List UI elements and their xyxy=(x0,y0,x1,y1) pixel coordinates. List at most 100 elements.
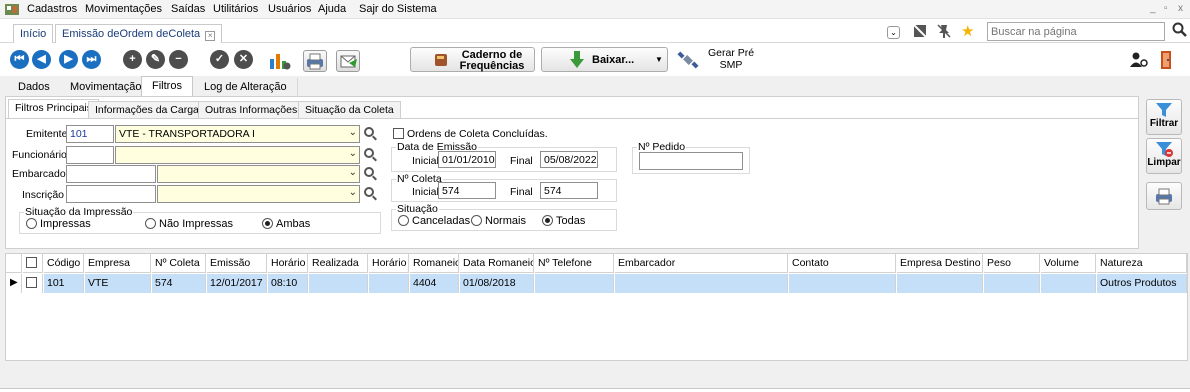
funcionario-code-input[interactable] xyxy=(66,146,114,164)
table-cell[interactable] xyxy=(535,274,614,293)
emitente-code-input[interactable]: 101 xyxy=(66,125,114,143)
table-cell[interactable] xyxy=(897,274,983,293)
filtrar-button[interactable]: Filtrar xyxy=(1146,99,1182,135)
table-cell[interactable]: 01/08/2018 xyxy=(460,274,534,293)
satellite-icon[interactable] xyxy=(677,50,699,70)
user-settings-icon[interactable] xyxy=(1130,52,1148,68)
favorite-star-icon[interactable]: ★ xyxy=(961,22,974,40)
minimize-button[interactable]: _ xyxy=(1150,3,1156,14)
next-record-icon[interactable]: ▶ xyxy=(59,50,78,69)
close-window-button[interactable]: x xyxy=(1178,3,1183,14)
row-checkbox[interactable] xyxy=(23,274,43,293)
table-cell[interactable]: 101 xyxy=(44,274,84,293)
subtab-informacoes-carga[interactable]: Informações da Carga xyxy=(88,101,206,118)
inscricao-name-select[interactable]: ⌄ xyxy=(157,185,360,203)
chevron-down-icon[interactable]: ⌄ xyxy=(887,26,900,39)
subtab-situacao-coleta[interactable]: Situação da Coleta xyxy=(298,101,401,118)
col-data-romaneio[interactable]: Data Romaneio xyxy=(460,254,534,273)
search-icon[interactable] xyxy=(364,187,374,197)
restore-button[interactable]: ▫ xyxy=(1164,3,1168,14)
col-natureza[interactable]: Natureza xyxy=(1097,254,1187,273)
search-icon[interactable] xyxy=(364,127,374,137)
table-cell[interactable] xyxy=(984,274,1040,293)
table-cell[interactable] xyxy=(1041,274,1096,293)
table-cell[interactable]: 4404 xyxy=(410,274,459,293)
baixar-dropdown-button[interactable]: Baixar... ▼ xyxy=(541,47,668,72)
cancel-icon[interactable]: ✕ xyxy=(234,50,253,69)
table-cell[interactable] xyxy=(615,274,788,293)
bookmark-off-icon[interactable] xyxy=(912,23,928,39)
table-cell[interactable] xyxy=(789,274,896,293)
table-cell[interactable] xyxy=(369,274,409,293)
print-icon[interactable] xyxy=(303,50,327,72)
table-cell[interactable]: 12/01/2017 xyxy=(207,274,267,293)
col-peso[interactable]: Peso xyxy=(984,254,1040,273)
radio-canceladas[interactable]: Canceladas xyxy=(398,215,470,227)
menu-ajuda[interactable]: Ajuda xyxy=(318,3,346,15)
close-tab-icon[interactable]: × xyxy=(205,31,216,41)
table-cell[interactable]: Outros Produtos xyxy=(1097,274,1187,293)
menu-utilitarios[interactable]: Utilitários xyxy=(213,3,258,15)
table-cell[interactable]: 574 xyxy=(152,274,206,293)
search-icon[interactable] xyxy=(1172,22,1188,38)
add-icon[interactable]: + xyxy=(123,50,142,69)
menu-cadastros[interactable]: Cadastros xyxy=(27,3,77,15)
search-icon[interactable] xyxy=(364,167,374,177)
select-all-checkbox[interactable] xyxy=(23,254,43,273)
exit-door-icon[interactable] xyxy=(1159,50,1175,70)
emitente-name-select[interactable]: VTE - TRANSPORTADORA I ⌄ xyxy=(115,125,360,143)
inscricao-input[interactable] xyxy=(66,185,156,203)
menu-sair[interactable]: Sajr do Sistema xyxy=(359,3,437,15)
col-volume[interactable]: Volume xyxy=(1041,254,1096,273)
unpin-icon[interactable] xyxy=(937,24,951,38)
confirm-icon[interactable]: ✓ xyxy=(210,50,229,69)
subtab-filtros-principais[interactable]: Filtros Principais xyxy=(8,99,100,118)
chart-settings-icon[interactable] xyxy=(269,51,291,71)
col-codigo[interactable]: Código xyxy=(44,254,84,273)
data-emissao-inicial-input[interactable]: 01/01/2010 xyxy=(438,151,496,168)
col-n-telefone[interactable]: Nº Telefone xyxy=(535,254,614,273)
funcionario-name-select[interactable]: ⌄ xyxy=(115,146,360,164)
col-horario[interactable]: Horário xyxy=(268,254,308,273)
embarcador-code-input[interactable] xyxy=(66,165,156,183)
subtab-outras-informacoes[interactable]: Outras Informações xyxy=(198,101,305,118)
n-pedido-input[interactable] xyxy=(639,152,743,170)
search-input[interactable] xyxy=(987,22,1165,41)
menu-usuarios[interactable]: Usuários xyxy=(268,3,311,15)
last-record-icon[interactable]: ⏭ xyxy=(82,50,101,69)
first-record-icon[interactable]: ⏮ xyxy=(10,50,29,69)
menu-movimentacoes[interactable]: Movimentações xyxy=(85,3,162,15)
radio-todas[interactable]: Todas xyxy=(542,215,585,227)
limpar-button[interactable]: Limpar xyxy=(1146,138,1182,174)
tab-movimentacao[interactable]: Movimentação xyxy=(60,78,153,96)
tab-dados[interactable]: Dados xyxy=(8,78,61,96)
col-embarcador[interactable]: Embarcador xyxy=(615,254,788,273)
col-realizada[interactable]: Realizada xyxy=(309,254,368,273)
caderno-frequencias-button[interactable]: Caderno de Frequências xyxy=(410,47,535,72)
remove-icon[interactable]: − xyxy=(169,50,188,69)
table-cell[interactable]: VTE xyxy=(85,274,151,293)
gerar-pre-smp-button[interactable]: Gerar Pré SMP xyxy=(701,47,761,71)
col-emissao[interactable]: Emissão xyxy=(207,254,267,273)
radio-ambas[interactable]: Ambas xyxy=(262,218,310,230)
radio-impressas[interactable]: Impressas xyxy=(26,218,91,230)
radio-normais[interactable]: Normais xyxy=(471,215,526,227)
radio-nao-impressas[interactable]: Não Impressas xyxy=(145,218,233,230)
edit-icon[interactable]: ✎ xyxy=(146,50,165,69)
n-coleta-inicial-input[interactable]: 574 xyxy=(438,182,496,199)
print-filter-button[interactable] xyxy=(1146,182,1182,210)
table-cell[interactable]: 08:10 xyxy=(268,274,308,293)
tab-emissao-ordem-coleta[interactable]: Emissão deOrdem deColeta × xyxy=(55,24,223,43)
col-contato[interactable]: Contato xyxy=(789,254,896,273)
search-icon[interactable] xyxy=(364,148,374,158)
col-n-coleta[interactable]: Nº Coleta xyxy=(152,254,206,273)
col-romaneio[interactable]: Romaneio xyxy=(410,254,459,273)
tab-log-alteracao[interactable]: Log de Alteração xyxy=(194,78,298,96)
previous-record-icon[interactable]: ◀ xyxy=(32,50,51,69)
col-empresa-destino[interactable]: Empresa Destino xyxy=(897,254,983,273)
col-empresa[interactable]: Empresa xyxy=(85,254,151,273)
col-horario-realizada[interactable]: Horário xyxy=(369,254,409,273)
ordens-concluidas-checkbox[interactable]: Ordens de Coleta Concluídas. xyxy=(393,128,548,140)
send-icon[interactable] xyxy=(336,50,360,72)
tab-inicio[interactable]: Início xyxy=(13,24,54,43)
